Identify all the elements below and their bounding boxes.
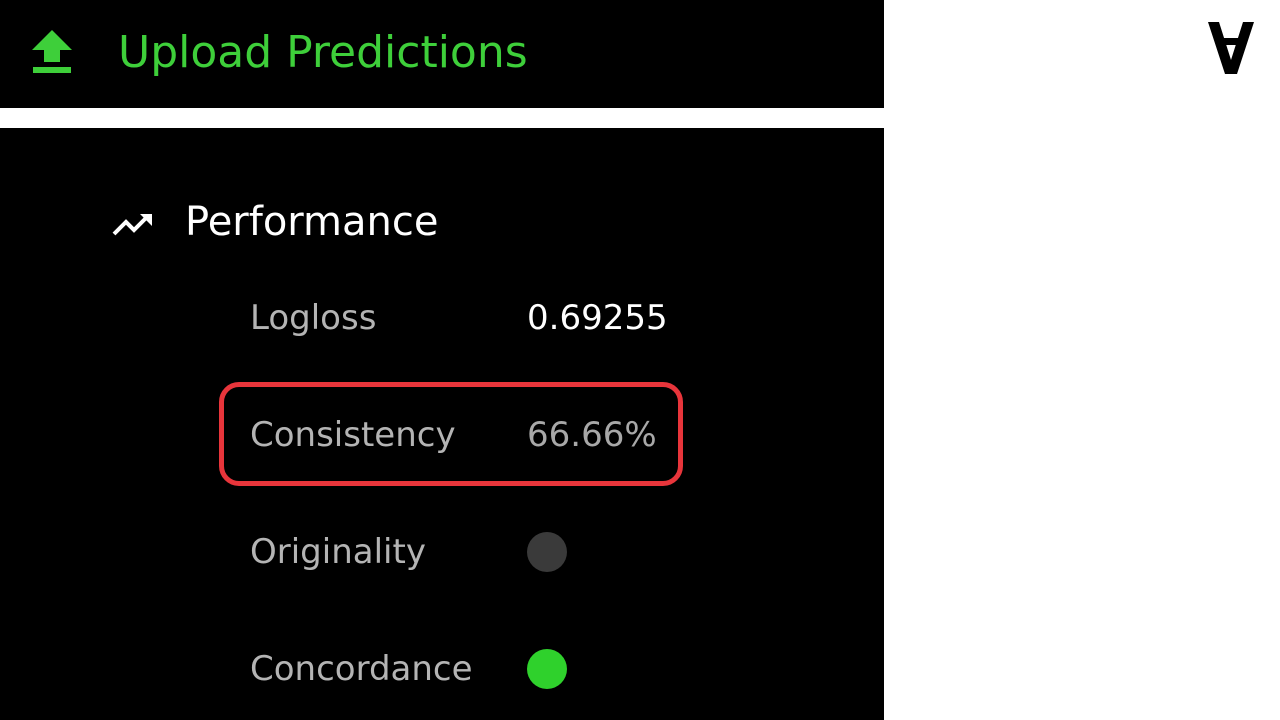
- performance-panel: Performance Logloss 0.69255 Consistency …: [0, 128, 884, 720]
- screen: Upload Predictions Performance Logloss 0…: [0, 0, 1280, 720]
- concordance-status-dot: [527, 649, 567, 689]
- metric-label-concordance: Concordance: [250, 649, 473, 689]
- metric-value-consistency: 66.66%: [527, 415, 657, 455]
- trending-up-icon: [112, 214, 152, 236]
- performance-title: Performance: [185, 199, 439, 245]
- turned-a-logo-icon: [1208, 22, 1254, 74]
- upload-arrow-icon: [32, 30, 72, 73]
- metric-label-logloss: Logloss: [250, 298, 377, 338]
- upload-predictions-button[interactable]: Upload Predictions: [0, 0, 884, 108]
- metric-label-consistency: Consistency: [250, 415, 456, 455]
- metric-value-logloss: 0.69255: [527, 298, 668, 338]
- metric-label-originality: Originality: [250, 532, 426, 572]
- upload-predictions-label: Upload Predictions: [118, 27, 528, 78]
- originality-status-dot: [527, 532, 567, 572]
